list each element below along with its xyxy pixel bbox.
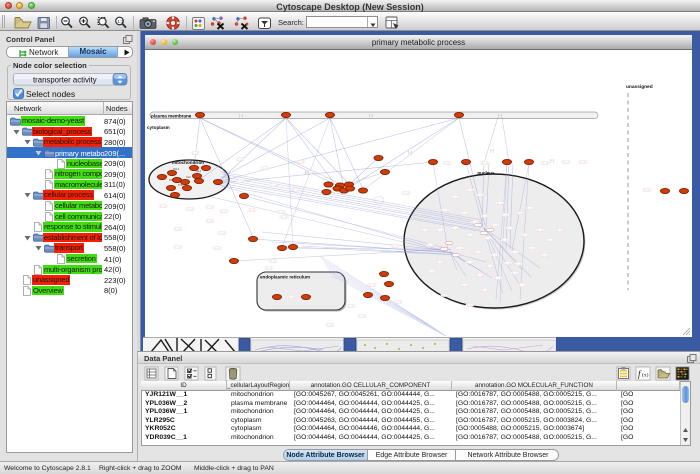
svg-text:endoplasmic reticulum: endoplasmic reticulum — [260, 275, 310, 280]
svg-text:(··-·): (··-·) — [457, 246, 462, 250]
svg-text:(··-·): (··-·) — [214, 246, 219, 250]
svg-text:(··-·): (··-·) — [580, 160, 585, 164]
svg-text:(··-·): (··-·) — [266, 266, 271, 270]
svg-text:[--]: [--] — [305, 170, 309, 174]
svg-text:(··-·): (··-·) — [482, 161, 487, 165]
svg-text:(··-·): (··-·) — [519, 283, 524, 287]
svg-text:(··-·): (··-·) — [502, 213, 507, 217]
svg-text:(··-·): (··-·) — [485, 236, 490, 240]
svg-text:(··-·): (··-·) — [327, 323, 332, 327]
svg-text:(··-·): (··-·) — [442, 293, 447, 297]
svg-text:(··-·): (··-·) — [563, 160, 568, 164]
svg-text:(··-·): (··-·) — [537, 228, 542, 232]
svg-text:(··-·): (··-·) — [502, 238, 507, 242]
svg-text:(··-·): (··-·) — [175, 245, 180, 249]
svg-text:(··-·): (··-·) — [644, 188, 649, 192]
svg-text:(··-·): (··-·) — [221, 209, 226, 213]
svg-text:(··-·): (··-·) — [392, 244, 397, 248]
svg-text:(··-·): (··-·) — [467, 233, 472, 237]
svg-text:(··-·): (··-·) — [293, 188, 298, 192]
svg-text:(··-·): (··-·) — [175, 227, 180, 231]
svg-text:transporter activity: transporter activity — [33, 76, 97, 85]
svg-text:(··-·): (··-·) — [298, 160, 303, 164]
svg-text:(··-·): (··-·) — [482, 288, 487, 292]
svg-text:(··-·): (··-·) — [495, 276, 500, 280]
svg-text:(··-·): (··-·) — [505, 261, 510, 265]
svg-text:(··-·): (··-·) — [249, 208, 254, 212]
svg-text:(··-·): (··-·) — [512, 250, 517, 254]
svg-text:(··-·): (··-·) — [467, 303, 472, 307]
svg-text:[--]: [--] — [490, 148, 494, 152]
svg-text:(··-·): (··-·) — [369, 283, 374, 287]
svg-text:(··-·): (··-·) — [477, 273, 482, 277]
svg-text:(··-·): (··-·) — [395, 300, 400, 304]
svg-text:1:1: 1:1 — [117, 19, 124, 24]
svg-text:(··-·): (··-·) — [422, 228, 427, 232]
svg-text:(··-·): (··-·) — [467, 260, 472, 264]
svg-text:Ax3: Ax3 — [186, 175, 191, 179]
svg-text:(··-·): (··-·) — [452, 195, 457, 199]
svg-text:(··-·): (··-·) — [444, 161, 449, 165]
svg-text:(··-·): (··-·) — [462, 283, 467, 287]
svg-text:(··-·): (··-·) — [403, 191, 408, 195]
svg-text:(··-·): (··-·) — [270, 259, 275, 263]
svg-text:(··-·): (··-·) — [522, 233, 527, 237]
svg-text:(··-·): (··-·) — [160, 204, 165, 208]
svg-text:[--]: [--] — [239, 113, 243, 117]
svg-text:(··-·): (··-·) — [507, 226, 512, 230]
svg-text:(··-·): (··-·) — [437, 260, 442, 264]
svg-text:(··-·): (··-·) — [547, 238, 552, 242]
svg-text:(··-·): (··-·) — [262, 166, 267, 170]
svg-text:(··-·): (··-·) — [452, 226, 457, 230]
svg-text:(··-·): (··-·) — [492, 253, 497, 257]
svg-text:[--]: [--] — [369, 113, 373, 117]
svg-text:(··-·): (··-·) — [527, 206, 532, 210]
svg-text:(··-·): (··-·) — [497, 201, 502, 205]
svg-text:(··-·): (··-·) — [270, 183, 275, 187]
svg-text:(··-·): (··-·) — [557, 228, 562, 232]
svg-text:(··-·): (··-·) — [467, 188, 472, 192]
svg-text:(··-·): (··-·) — [475, 250, 480, 254]
svg-text:(··-·): (··-·) — [437, 228, 442, 232]
svg-text:(··-·): (··-·) — [207, 219, 212, 223]
svg-text:(··-·): (··-·) — [359, 314, 364, 318]
svg-text:(··-·): (··-·) — [492, 223, 497, 227]
svg-text:(··-·): (··-·) — [192, 151, 197, 155]
svg-text:(··-·): (··-·) — [429, 269, 434, 273]
svg-text:(··-·): (··-·) — [427, 243, 432, 247]
svg-text:(··-·): (··-·) — [482, 214, 487, 218]
svg-text:(··-·): (··-·) — [517, 211, 522, 215]
svg-text:[--]: [--] — [408, 150, 412, 154]
svg-text:(··-·): (··-·) — [487, 264, 492, 268]
svg-text:mitochondrion: mitochondrion — [172, 160, 204, 165]
svg-text:(··-·): (··-·) — [237, 179, 242, 183]
svg-text:(··-·): (··-·) — [348, 304, 353, 308]
svg-text:(··-·): (··-·) — [278, 210, 283, 214]
svg-text:(··-·): (··-·) — [462, 211, 467, 215]
svg-text:plasma membrane: plasma membrane — [151, 113, 192, 118]
svg-text:(··-·): (··-·) — [542, 161, 547, 165]
svg-text:(··-·): (··-·) — [542, 253, 547, 257]
svg-text:(··-·): (··-·) — [529, 246, 534, 250]
svg-text:cytoplasm: cytoplasm — [147, 125, 170, 130]
svg-text:(··-·): (··-·) — [281, 215, 286, 219]
svg-text:nucleus: nucleus — [477, 171, 495, 176]
svg-text:[--]: [--] — [498, 113, 502, 117]
svg-text:unassigned: unassigned — [626, 84, 653, 90]
svg-text:(··-·): (··-·) — [187, 207, 192, 211]
svg-text:(··-·): (··-·) — [237, 157, 242, 161]
svg-text:(··-·): (··-·) — [515, 262, 520, 266]
svg-text:[--]: [--] — [550, 158, 554, 162]
svg-text:(··-·): (··-·) — [288, 295, 293, 299]
svg-text:(··-·): (··-·) — [442, 208, 447, 212]
svg-text:(··-·): (··-·) — [477, 193, 482, 197]
svg-text:(··-·): (··-·) — [512, 271, 517, 275]
svg-text:(x): (x) — [642, 372, 649, 379]
svg-text:(··-·): (··-·) — [207, 205, 212, 209]
svg-text:(··-·): (··-·) — [219, 231, 224, 235]
